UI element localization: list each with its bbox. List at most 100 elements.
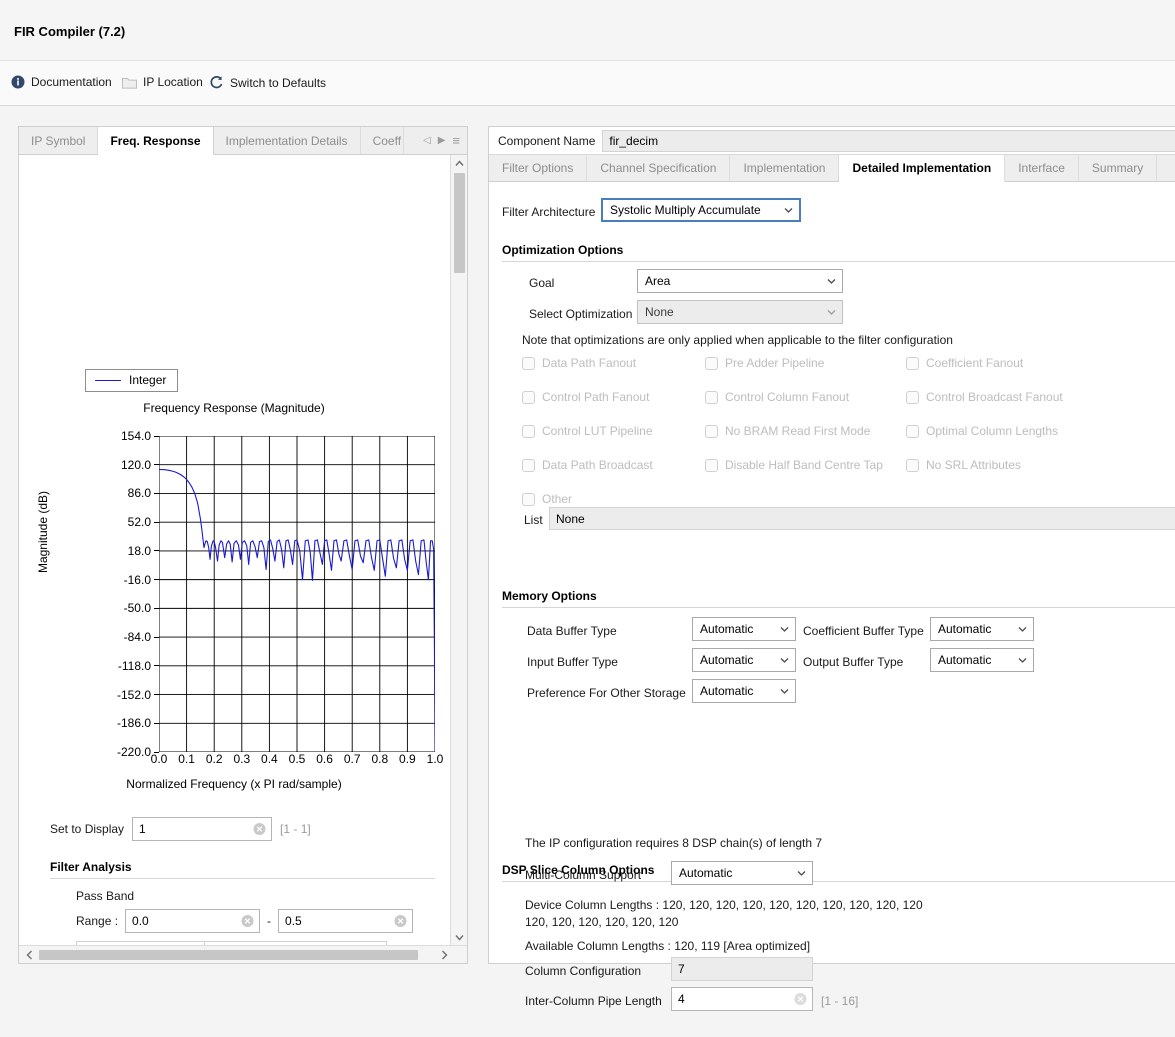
tab-detailed-implementation[interactable]: Detailed Implementation: [839, 155, 1006, 182]
filter-architecture-label: Filter Architecture: [502, 205, 596, 219]
tab-menu-icon[interactable]: ≡: [452, 133, 460, 148]
checkbox-icon: [906, 458, 919, 472]
output-buffer-type-select[interactable]: Automatic: [930, 648, 1034, 672]
data-buffer-type-value: Automatic: [700, 622, 754, 636]
component-name-label: Component Name: [498, 133, 596, 148]
multi-column-support-label: Multi-Column Support: [525, 868, 642, 882]
chart-y-ticks: 154.0 120.0 86.0 52.0 18.0 -16.0 -50.0 -84.0 -11…: [95, 155, 151, 759]
tab-filter-options[interactable]: Filter Options: [489, 155, 588, 181]
pass-band-range-to-input[interactable]: 0.5: [278, 909, 414, 933]
data-buffer-type-select[interactable]: Automatic: [692, 617, 796, 641]
documentation-label: Documentation: [31, 75, 112, 89]
component-name-row: Component Name fir_decim: [489, 127, 1175, 154]
clear-icon[interactable]: [394, 915, 407, 928]
right-panel: Component Name fir_decim Filter Options …: [488, 126, 1175, 1011]
input-buffer-type-select[interactable]: Automatic: [692, 648, 796, 672]
checkbox-label: Data Path Broadcast: [542, 458, 653, 472]
checkbox-no-srl-attributes[interactable]: No SRL Attributes: [906, 458, 1021, 472]
tab-filter-options-label: Filter Options: [502, 161, 574, 175]
pass-band-range-from-input[interactable]: 0.0: [125, 909, 261, 933]
chart-x-tick-label: 0.2: [205, 752, 223, 766]
switch-to-defaults-button[interactable]: Switch to Defaults: [209, 75, 326, 90]
scroll-down-icon[interactable]: [451, 929, 467, 945]
multi-column-support-value: Automatic: [679, 866, 733, 880]
checkbox-disable-half-band-centre-tap[interactable]: Disable Half Band Centre Tap: [705, 458, 883, 472]
checkbox-pre-adder-pipeline[interactable]: Pre Adder Pipeline: [705, 356, 824, 370]
inter-column-pipe-length-input[interactable]: 4: [671, 987, 813, 1011]
goal-label: Goal: [529, 276, 555, 290]
checkbox-no-bram-read-first-mode[interactable]: No BRAM Read First Mode: [705, 424, 870, 438]
checkbox-icon: [522, 458, 535, 472]
tab-implementation-details[interactable]: Implementation Details: [214, 127, 361, 154]
checkbox-data-path-fanout[interactable]: Data Path Fanout: [522, 356, 636, 370]
inter-column-pipe-length-hint: [1 - 16]: [821, 994, 859, 1008]
set-to-display-row: Set to Display 1 [1 - 1]: [50, 817, 311, 841]
tab-implementation[interactable]: Implementation: [730, 155, 840, 181]
checkbox-optimal-column-lengths[interactable]: Optimal Column Lengths: [906, 424, 1058, 438]
chart-y-tick-mark: [154, 435, 159, 437]
chart-plot-area: [159, 436, 435, 752]
tab-channel-specification[interactable]: Channel Specification: [587, 155, 731, 181]
chart-y-tick-label: -50.0: [123, 601, 151, 616]
scroll-right-icon[interactable]: [436, 946, 453, 963]
tab-prev-icon[interactable]: ◁: [423, 135, 431, 146]
left-vertical-scrollbar[interactable]: [450, 155, 467, 945]
tab-ip-symbol[interactable]: IP Symbol: [19, 127, 99, 154]
list-input[interactable]: None: [549, 507, 1175, 530]
filter-architecture-select[interactable]: Systolic Multiply Accumulate: [601, 198, 801, 222]
coefficient-buffer-type-select[interactable]: Automatic: [930, 617, 1034, 641]
goal-select[interactable]: Area: [637, 269, 843, 293]
scroll-up-icon[interactable]: [451, 155, 467, 171]
checkbox-icon: [522, 356, 535, 370]
clear-icon[interactable]: [253, 823, 266, 836]
set-to-display-input[interactable]: 1: [132, 817, 273, 841]
tab-freq-response-label: Freq. Response: [110, 133, 201, 148]
checkbox-control-path-fanout[interactable]: Control Path Fanout: [522, 390, 649, 404]
tab-summary[interactable]: Summary: [1079, 155, 1158, 181]
chart-x-tick-label: 0.5: [288, 752, 306, 766]
select-optimization-select[interactable]: None: [637, 300, 843, 324]
clear-icon[interactable]: [794, 993, 807, 1006]
ip-location-button[interactable]: IP Location: [122, 75, 203, 89]
horizontal-scroll-thumb[interactable]: [39, 950, 418, 960]
left-horizontal-scrollbar[interactable]: [19, 945, 467, 963]
preference-for-other-storage-select[interactable]: Automatic: [692, 679, 796, 703]
clear-icon[interactable]: [241, 915, 254, 928]
checkbox-icon: [705, 356, 718, 370]
filter-analysis-rule: [50, 878, 435, 879]
checkbox-data-path-broadcast[interactable]: Data Path Broadcast: [522, 458, 653, 472]
device-column-lengths-line1: Device Column Lengths : 120, 120, 120, 1…: [525, 898, 923, 912]
scroll-left-icon[interactable]: [21, 946, 38, 963]
component-name-input[interactable]: fir_decim: [602, 129, 1175, 152]
checkbox-label: No BRAM Read First Mode: [725, 424, 871, 438]
checkbox-control-lut-pipeline[interactable]: Control LUT Pipeline: [522, 424, 653, 438]
chart-x-tick-label: 0.0: [150, 752, 168, 766]
chart-x-ticks: 0.0 0.1 0.2 0.3 0.4 0.5 0.6 0.7 0.8 0.9 1.0: [19, 752, 449, 768]
chart-y-tick-mark: [154, 492, 159, 494]
chart-y-tick-mark: [154, 607, 159, 609]
checkbox-control-column-fanout[interactable]: Control Column Fanout: [705, 390, 849, 404]
tab-freq-response[interactable]: Freq. Response: [98, 127, 214, 155]
tab-next-icon[interactable]: ▶: [438, 135, 446, 146]
tab-interface[interactable]: Interface: [1005, 155, 1079, 181]
checkbox-coefficient-fanout[interactable]: Coefficient Fanout: [906, 356, 1023, 370]
column-configuration-input[interactable]: 7: [671, 957, 813, 981]
checkbox-label: Optimal Column Lengths: [926, 424, 1059, 438]
checkbox-icon: [522, 492, 535, 506]
vertical-scroll-thumb[interactable]: [454, 173, 465, 273]
coefficient-buffer-type-value: Automatic: [938, 622, 992, 636]
checkbox-other[interactable]: Other: [522, 492, 572, 506]
chart-y-tick-mark: [154, 694, 159, 696]
multi-column-support-select[interactable]: Automatic: [671, 861, 813, 885]
set-to-display-hint: [1 - 1]: [280, 822, 311, 836]
filter-architecture-value: Systolic Multiply Accumulate: [610, 203, 761, 217]
chart-y-tick-label: -16.0: [123, 572, 151, 587]
tab-coeff[interactable]: Coeff: [361, 127, 405, 154]
checkbox-icon: [906, 390, 919, 404]
chart-x-tick-label: 0.6: [316, 752, 333, 766]
checkbox-control-broadcast-fanout[interactable]: Control Broadcast Fanout: [906, 390, 1063, 404]
optimization-options-rule: [502, 261, 1175, 262]
documentation-button[interactable]: Documentation: [11, 75, 112, 89]
pass-band-range-label: Range :: [76, 914, 119, 928]
tab-coeff-label: Coeff: [372, 133, 402, 148]
